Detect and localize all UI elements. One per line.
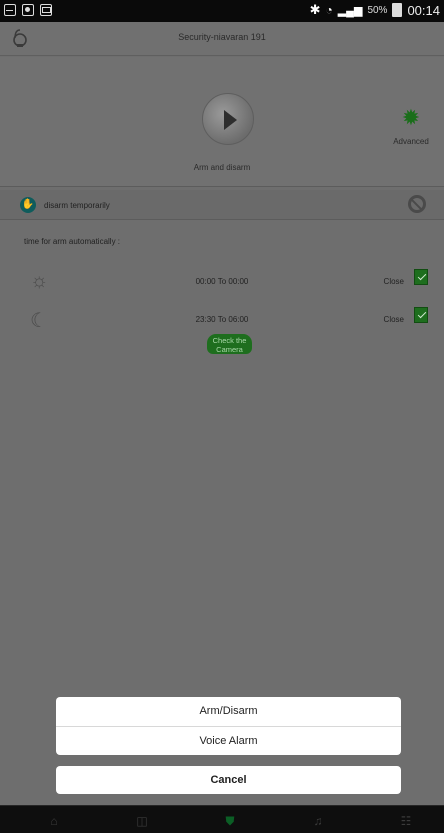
- disarm-temporarily-row[interactable]: ✋ disarm temporarily: [0, 190, 444, 220]
- status-bar: ✱ ◔ ▂▄▆ 50% 00:14: [0, 0, 444, 22]
- clock: 00:14: [407, 2, 440, 18]
- disarm-label: disarm temporarily: [44, 201, 110, 210]
- advanced-label: Advanced: [393, 137, 429, 146]
- edit-icon[interactable]: [414, 307, 428, 323]
- settings-icon: ☷: [400, 814, 412, 828]
- nav-camera[interactable]: ◫: [132, 814, 152, 828]
- arm-panel: Arm and disarm ✹ Advanced: [0, 57, 444, 187]
- nav-home[interactable]: ⌂: [44, 814, 64, 828]
- bottom-nav: ⌂ ◫ ⛊ ♫ ☷: [0, 805, 444, 833]
- signal-icon: ▂▄▆: [337, 4, 363, 17]
- notification-icons: [4, 4, 52, 16]
- arm-label: Arm and disarm: [193, 163, 251, 172]
- schedule-row[interactable]: ☾ 23:30 To 06:00 Close: [0, 306, 444, 336]
- battery-icon: [392, 3, 403, 17]
- battery-percent: 50%: [367, 4, 388, 16]
- image-notification-icon: [22, 4, 34, 16]
- action-sheet: Arm/Disarm Voice Alarm: [56, 697, 401, 755]
- schedule-title: time for arm automatically :: [24, 237, 121, 246]
- arm-disarm-button[interactable]: [202, 93, 254, 145]
- alarm-icon: ♫: [313, 814, 323, 828]
- arm-disarm-option[interactable]: Arm/Disarm: [56, 697, 401, 726]
- camera-icon: ◫: [136, 814, 148, 828]
- page-title: Security-niavaran 191: [178, 32, 266, 42]
- schedule-status: Close: [383, 277, 404, 286]
- message-notification-icon: [4, 4, 16, 16]
- home-icon: ⌂: [50, 814, 58, 828]
- schedule-time: 00:00 To 00:00: [195, 277, 249, 286]
- shield-icon: ⛊: [225, 814, 235, 828]
- advanced-button[interactable]: ✹ Advanced: [388, 105, 434, 147]
- hand-icon: ✋: [20, 197, 36, 213]
- app-header: Security-niavaran 191: [0, 22, 444, 56]
- bluetooth-icon: ✱: [309, 2, 321, 17]
- gear-icon: ✹: [401, 105, 421, 130]
- schedule-status: Close: [383, 315, 404, 324]
- nav-alarm[interactable]: ♫: [308, 814, 328, 828]
- edit-icon[interactable]: [414, 269, 428, 285]
- nav-security[interactable]: ⛊: [220, 814, 240, 828]
- nav-settings[interactable]: ☷: [396, 814, 416, 828]
- play-icon: [224, 110, 237, 130]
- schedule-time: 23:30 To 06:00: [195, 315, 249, 324]
- system-indicators: ✱ ◔ ▂▄▆ 50% 00:14: [310, 2, 440, 18]
- cancel-button[interactable]: Cancel: [56, 766, 401, 794]
- mail-notification-icon: [40, 4, 52, 16]
- schedule-row[interactable]: ☼ 00:00 To 00:00 Close: [0, 268, 444, 298]
- block-icon[interactable]: [408, 195, 426, 213]
- wifi-icon: ◔: [325, 3, 333, 17]
- voice-alarm-option[interactable]: Voice Alarm: [56, 726, 401, 755]
- check-camera-button[interactable]: Check the Camera: [207, 334, 252, 354]
